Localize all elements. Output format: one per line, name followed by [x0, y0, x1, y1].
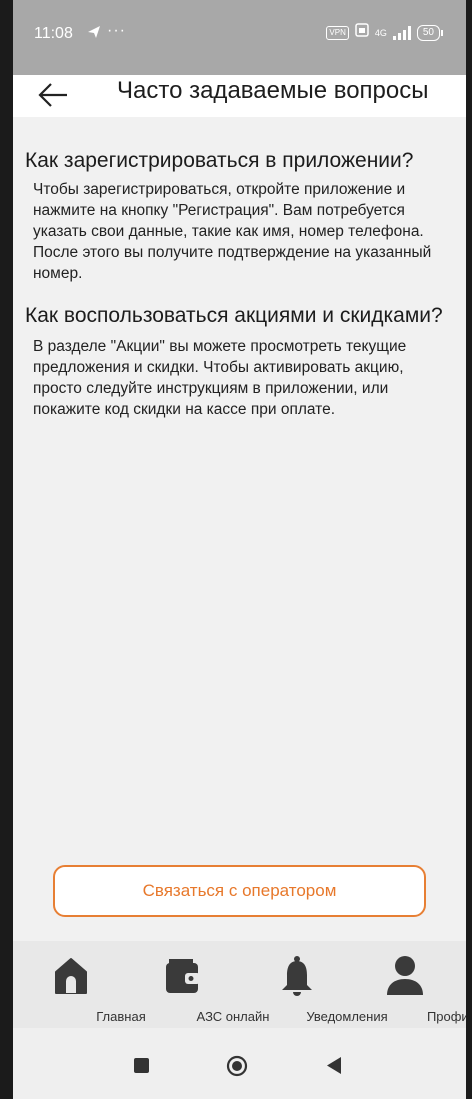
- status-dots: ···: [107, 22, 126, 39]
- screen: 11:08 ··· VPN 4G 50 Часто задаваемые воп…: [13, 0, 466, 1099]
- status-time: 11:08: [34, 25, 73, 42]
- device-edge-right: [466, 0, 472, 1099]
- bottom-nav: Главная АЗС онлайн Уведомления Профи: [13, 941, 466, 1028]
- faq-answer: Чтобы зарегистрироваться, откройте прило…: [33, 179, 458, 284]
- tab-label: Уведомления: [306, 1009, 388, 1024]
- faq-question: Как зарегистрироваться в приложении?: [25, 149, 414, 172]
- answer-line: После этого вы получите подтверждение на…: [33, 244, 432, 261]
- profile-icon: [387, 956, 423, 995]
- recents-icon[interactable]: [134, 1058, 149, 1073]
- faq-answer: В разделе "Акции" вы можете просмотреть …: [33, 336, 458, 420]
- answer-line: указать свои данные, такие как имя, номе…: [33, 223, 424, 240]
- status-bar: 11:08 ··· VPN 4G 50: [13, 0, 466, 75]
- bell-icon: [282, 956, 312, 996]
- home-icon: [55, 958, 87, 994]
- tab-label: АЗС онлайн: [196, 1009, 270, 1024]
- answer-line: покажите код скидки на кассе при оплате.: [33, 401, 336, 418]
- tab-label: Главная: [96, 1009, 146, 1024]
- contact-operator-label: Связаться с оператором: [142, 881, 337, 900]
- faq-content: Как зарегистрироваться в приложении? Что…: [13, 117, 466, 941]
- status-icons: VPN 4G 50: [326, 23, 444, 42]
- battery-icon: 50: [416, 24, 444, 41]
- contact-operator-button[interactable]: Связаться с оператором: [53, 865, 426, 917]
- network-type: 4G: [374, 27, 387, 38]
- device-edge-left: [0, 0, 13, 1099]
- sim-icon: [355, 23, 369, 42]
- answer-line: В разделе "Акции" вы можете просмотреть …: [33, 338, 407, 355]
- answer-line: просто следуйте инструкциям в приложении…: [33, 380, 389, 397]
- back-arrow-icon[interactable]: [35, 77, 71, 113]
- answer-line: предложения и скидки. Чтобы активировать…: [33, 359, 404, 376]
- answer-line: номер.: [33, 265, 83, 282]
- vpn-icon: VPN: [326, 25, 349, 40]
- faq-question: Как воспользоваться акциями и скидками?: [25, 304, 443, 327]
- home-circle-icon[interactable]: [226, 1055, 248, 1077]
- page-title: Часто задаваемые вопросы: [117, 77, 429, 104]
- wallet-icon: [166, 959, 200, 993]
- back-triangle-icon[interactable]: [327, 1057, 341, 1074]
- system-navigation-bar: [13, 1028, 466, 1099]
- answer-line: нажмите на кнопку "Регистрация". Вам пот…: [33, 202, 405, 219]
- tab-label: Профиль: [426, 1009, 466, 1024]
- answer-line: Чтобы зарегистрироваться, откройте прило…: [33, 181, 406, 198]
- send-icon: [87, 25, 101, 43]
- signal-icon: [392, 25, 411, 40]
